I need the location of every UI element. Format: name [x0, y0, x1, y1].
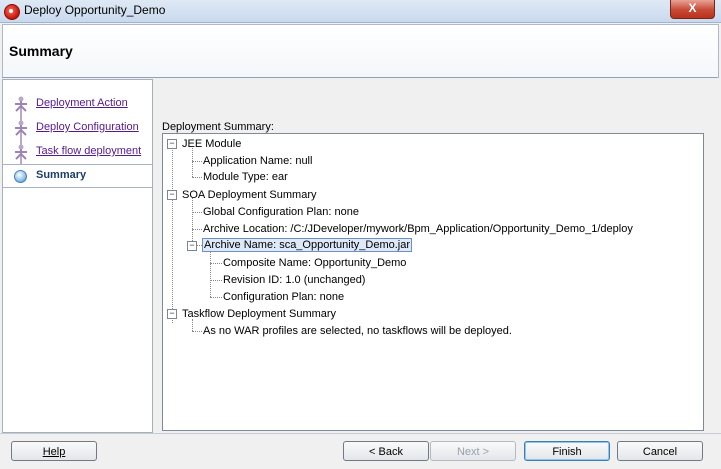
tree-connector	[172, 147, 173, 323]
tree-connector	[192, 198, 193, 245]
window-title: Deploy Opportunity_Demo	[24, 3, 166, 17]
nav-item-deploy-configuration[interactable]: Deploy Configuration	[3, 117, 152, 139]
collapse-toggle[interactable]: −	[187, 241, 197, 251]
deployment-summary-tree[interactable]: − − − − JEE Module Application Name: nul…	[162, 133, 704, 431]
tree-node-taskflow-note[interactable]: As no WAR profiles are selected, no task…	[203, 324, 512, 338]
wizard-step-nav: Deployment Action Deploy Configuration T…	[2, 79, 153, 433]
cancel-button[interactable]: Cancel	[617, 441, 703, 461]
deployment-summary-label: Deployment Summary:	[162, 121, 274, 133]
back-button[interactable]: < Back	[343, 441, 429, 461]
nav-item-task-flow-deployment[interactable]: Task flow deployment	[3, 141, 152, 163]
tree-node-soa-summary[interactable]: SOA Deployment Summary	[182, 188, 317, 202]
title-bar: Deploy Opportunity_Demo X	[0, 0, 721, 23]
page-header: Summary	[2, 24, 719, 78]
tree-node-taskflow-summary[interactable]: Taskflow Deployment Summary	[182, 307, 336, 321]
collapse-toggle[interactable]: −	[167, 190, 177, 200]
close-button[interactable]: X	[670, 0, 715, 19]
nav-item-label: Summary	[36, 169, 87, 181]
tree-connector	[210, 297, 222, 298]
nav-item-summary[interactable]: Summary	[3, 164, 152, 188]
button-bar-divider	[0, 433, 721, 434]
tree-connector	[192, 229, 202, 230]
header-divider	[2, 77, 717, 78]
tree-node-global-config-plan[interactable]: Global Configuration Plan: none	[203, 205, 359, 219]
tree-connector	[210, 263, 222, 264]
tree-node-archive-name[interactable]: Archive Name: sca_Opportunity_Demo.jar	[202, 238, 413, 252]
nav-item-label[interactable]: Deploy Configuration	[36, 121, 139, 133]
tree-connector	[192, 212, 202, 213]
tree-node-module-type[interactable]: Module Type: ear	[203, 170, 288, 184]
tree-connector	[192, 331, 202, 332]
visited-step-icon	[12, 120, 30, 136]
app-icon	[4, 4, 20, 20]
tree-connector	[210, 280, 222, 281]
tree-connector	[210, 251, 211, 297]
collapse-toggle[interactable]: −	[167, 309, 177, 319]
nav-item-deployment-action[interactable]: Deployment Action	[3, 93, 152, 115]
visited-step-icon	[12, 144, 30, 160]
tree-connector	[192, 161, 202, 162]
nav-item-label[interactable]: Deployment Action	[36, 97, 128, 109]
nav-item-label[interactable]: Task flow deployment	[36, 145, 141, 157]
tree-connector	[192, 177, 202, 178]
collapse-toggle[interactable]: −	[167, 139, 177, 149]
finish-button[interactable]: Finish	[524, 441, 610, 461]
visited-step-icon	[12, 96, 30, 112]
tree-node-revision-id[interactable]: Revision ID: 1.0 (unchanged)	[223, 273, 365, 287]
tree-node-jee-module[interactable]: JEE Module	[182, 137, 241, 151]
tree-node-archive-location[interactable]: Archive Location: /C:/JDeveloper/mywork/…	[203, 222, 633, 236]
help-button[interactable]: Help	[11, 441, 97, 461]
tree-node-application-name[interactable]: Application Name: null	[203, 154, 312, 168]
current-step-icon	[12, 168, 30, 184]
tree-node-composite-name[interactable]: Composite Name: Opportunity_Demo	[223, 256, 406, 270]
next-button: Next >	[430, 441, 516, 461]
tree-connector	[192, 148, 193, 177]
tree-node-configuration-plan[interactable]: Configuration Plan: none	[223, 290, 344, 304]
page-title: Summary	[9, 43, 73, 59]
